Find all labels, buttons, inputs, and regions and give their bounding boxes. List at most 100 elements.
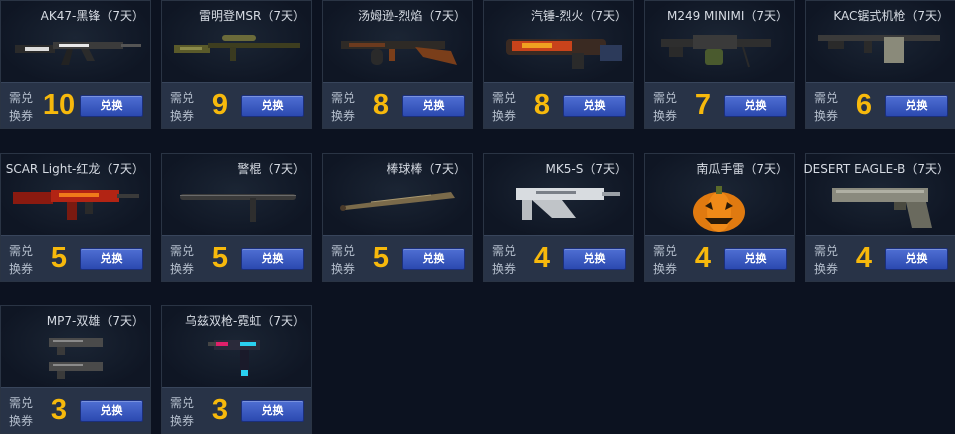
baton-icon [180,194,296,222]
item-image-area: 雷明登MSR（7天） [162,1,311,83]
item-footer: 需兑换券 9 兑换 [162,82,311,128]
exchange-button[interactable]: 兑换 [80,248,143,270]
exchange-button[interactable]: 兑换 [402,248,465,270]
cost-value: 4 [694,242,712,274]
cost-label: 需兑换券 [492,91,517,123]
item-name: MK5-S（7天） [545,162,627,176]
item-footer: 需兑换券 6 兑换 [806,82,955,128]
item-card: MK5-S（7天） 需兑换券 4 兑换 [483,153,634,282]
cost-value: 5 [211,242,229,274]
item-footer: 需兑换券 5 兑换 [162,235,311,281]
cost-label: 需兑换券 [170,91,195,123]
item-name: 南瓜手雷（7天） [696,162,788,176]
item-footer: 需兑换券 10 兑换 [1,82,150,128]
exchange-button[interactable]: 兑换 [885,95,948,117]
machine-gun-icon [661,35,771,68]
cost-value: 4 [533,242,551,274]
cost-value: 8 [533,89,551,121]
cost-value: 10 [42,89,76,121]
item-card: 警棍（7天） 需兑换券 5 兑换 [161,153,312,282]
item-footer: 需兑换券 4 兑换 [806,235,955,281]
item-image-area: M249 MINIMI（7天） [645,1,794,83]
item-name: DESERT EAGLE-B（7天） [803,162,949,176]
item-image-area: MK5-S（7天） [484,154,633,236]
cost-label: 需兑换券 [9,91,34,123]
smg-icon [516,188,620,220]
item-image-area: 警棍（7天） [162,154,311,236]
item-card: 棒球棒（7天） 需兑换券 5 兑换 [322,153,473,282]
cost-label: 需兑换券 [653,91,678,123]
item-image-area: 汤姆逊-烈焰（7天） [323,1,472,83]
item-name: M249 MINIMI（7天） [666,9,788,23]
exchange-button[interactable]: 兑换 [241,400,304,422]
cost-label: 需兑换券 [9,396,34,428]
item-card: 乌兹双枪-霓虹（7天） 需兑换券 3 兑换 [161,305,312,434]
uzi-icon [208,340,260,378]
item-image-area: AK47-黑锋（7天） [1,1,150,83]
item-name: SCAR Light-红龙（7天） [5,162,144,176]
exchange-button[interactable]: 兑换 [241,248,304,270]
item-image-area: DESERT EAGLE-B（7天） [803,154,955,236]
item-image-area: 棒球棒（7天） [323,154,472,236]
cost-value: 5 [372,242,390,274]
exchange-button[interactable]: 兑换 [885,248,948,270]
item-name: 汽锤-烈火（7天） [531,9,627,23]
exchange-button[interactable]: 兑换 [563,95,626,117]
sniper-rifle-icon [174,35,300,61]
item-image-area: 南瓜手雷（7天） [645,154,794,236]
item-footer: 需兑换券 8 兑换 [323,82,472,128]
item-name: 雷明登MSR（7天） [199,9,305,23]
dual-smg-icon [49,338,103,379]
item-card: SCAR Light-红龙（7天） 需兑换券 5 兑换 [0,153,151,282]
cost-value: 9 [211,89,229,121]
cost-label: 需兑换券 [9,244,34,276]
exchange-button[interactable]: 兑换 [241,95,304,117]
item-footer: 需兑换券 3 兑换 [1,387,150,433]
cost-value: 5 [50,242,68,274]
exchange-button[interactable]: 兑换 [724,95,787,117]
item-card: 汽锤-烈火（7天） 需兑换券 8 兑换 [483,0,634,129]
item-card: MP7-双雄（7天） 需兑换券 3 兑换 [0,305,151,434]
item-name: 乌兹双枪-霓虹（7天） [185,314,305,328]
cost-value: 6 [855,89,873,121]
item-card: KAC锯式机枪（7天） 需兑换券 6 兑换 [805,0,955,129]
item-footer: 需兑换券 4 兑换 [484,235,633,281]
item-footer: 需兑换券 8 兑换 [484,82,633,128]
item-name: MP7-双雄（7天） [46,314,144,328]
item-footer: 需兑换券 5 兑换 [323,235,472,281]
item-card: AK47-黑锋（7天） 需兑换券 10 兑换 [0,0,151,129]
cost-value: 7 [694,89,712,121]
cost-value: 4 [855,242,873,274]
cost-label: 需兑换券 [331,244,356,276]
item-name: KAC锯式机枪（7天） [833,9,949,23]
rifle-icon [15,42,141,65]
smg-icon [341,41,457,65]
cost-value: 8 [372,89,390,121]
item-name: 警棍（7天） [237,162,305,176]
item-image-area: KAC锯式机枪（7天） [806,1,955,83]
item-name: 汤姆逊-烈焰（7天） [358,9,466,23]
item-image-area: 乌兹双枪-霓虹（7天） [162,306,311,388]
machine-gun-icon [818,35,940,63]
cost-label: 需兑换券 [170,244,195,276]
item-card: 汤姆逊-烈焰（7天） 需兑换券 8 兑换 [322,0,473,129]
exchange-button[interactable]: 兑换 [563,248,626,270]
exchange-button[interactable]: 兑换 [80,95,143,117]
pistol-icon [832,188,932,228]
item-card: 雷明登MSR（7天） 需兑换券 9 兑换 [161,0,312,129]
item-card: 南瓜手雷（7天） 需兑换券 4 兑换 [644,153,795,282]
cost-value: 3 [211,394,229,426]
exchange-button[interactable]: 兑换 [80,400,143,422]
item-footer: 需兑换券 7 兑换 [645,82,794,128]
cost-label: 需兑换券 [331,91,356,123]
exchange-button[interactable]: 兑换 [724,248,787,270]
item-name: 棒球棒（7天） [386,162,466,176]
heavy-gun-icon [506,39,622,69]
item-card: DESERT EAGLE-B（7天） 需兑换券 4 兑换 [803,153,955,282]
cost-label: 需兑换券 [814,91,839,123]
item-image-area: MP7-双雄（7天） [1,306,150,388]
exchange-button[interactable]: 兑换 [402,95,465,117]
cost-value: 3 [50,394,68,426]
item-image-area: SCAR Light-红龙（7天） [1,154,150,236]
cost-label: 需兑换券 [170,396,195,428]
